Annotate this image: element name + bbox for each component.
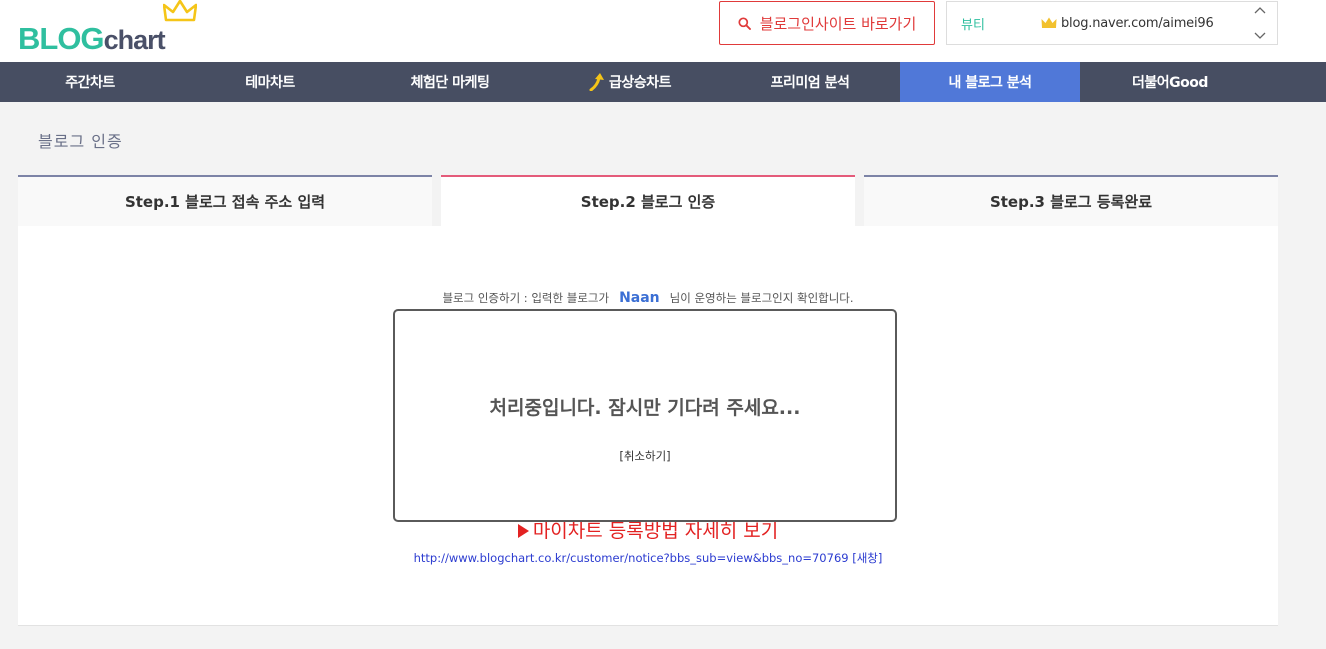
processing-message: 처리중입니다. 잠시만 기다려 주세요... (489, 397, 801, 419)
my-blog-select[interactable]: 뷰티 blog.naver.com/aimei96 (946, 1, 1278, 45)
nav-item-label: 테마차트 (245, 75, 295, 91)
main-nav: 주간차트 테마차트 체험단 마케팅 급상승차트 프리미엄 분석 내 블로그 분석… (0, 62, 1326, 102)
notice-url-link[interactable]: http://www.blogchart.co.kr/customer/noti… (18, 550, 1278, 566)
nav-item-my-blog-analysis[interactable]: 내 블로그 분석 (900, 62, 1080, 102)
cancel-button[interactable]: [취소하기] (395, 448, 895, 464)
step-tabs: Step.1 블로그 접속 주소 입력 Step.2 블로그 인증 Step.3… (18, 175, 1278, 226)
blogchart-logo[interactable]: BLOG chart (18, 0, 197, 56)
nav-item-rising-chart[interactable]: 급상승차트 (540, 62, 720, 102)
logo-chart-text: chart (103, 25, 166, 55)
nav-item-label: 내 블로그 분석 (948, 75, 1032, 91)
step-label: Step.1 블로그 접속 주소 입력 (124, 193, 326, 211)
rising-arrow-icon (589, 73, 605, 91)
verify-suffix: 님이 운영하는 블로그인지 확인합니다. (669, 291, 854, 305)
nav-item-label: 프리미엄 분석 (770, 75, 850, 91)
search-icon (738, 16, 751, 30)
step-3-tab: Step.3 블로그 등록완료 (864, 175, 1278, 226)
page-title: 블로그 인증 (38, 132, 123, 151)
crown-icon (163, 0, 197, 22)
step-label: Step.2 블로그 인증 (580, 193, 716, 211)
logo-blog-text: BLOG (18, 21, 105, 56)
nav-item-label: 주간차트 (65, 75, 115, 91)
nav-item-experience-marketing[interactable]: 체험단 마케팅 (360, 62, 540, 102)
nav-item-label: 급상승차트 (609, 75, 671, 91)
chevron-down-icon (1254, 32, 1266, 39)
processing-modal: 처리중입니다. 잠시만 기다려 주세요... [취소하기] (393, 309, 897, 522)
nav-item-together-good[interactable]: 더불어Good (1080, 62, 1260, 102)
blog-insight-shortcut-button[interactable]: 블로그인사이트 바로가기 (719, 1, 935, 45)
nav-item-label: 더불어Good (1132, 75, 1208, 91)
blog-category: 뷰티 (961, 17, 985, 33)
registration-guide-label: 마이차트 등록방법 자세히 보기 (532, 520, 779, 542)
select-arrows[interactable] (1253, 6, 1267, 40)
step-2-tab: Step.2 블로그 인증 (441, 175, 855, 226)
play-triangle-icon (517, 524, 529, 538)
blog-owner-nickname: Naan (619, 290, 660, 306)
blog-insight-shortcut-label: 블로그인사이트 바로가기 (759, 14, 917, 33)
blog-url: blog.naver.com/aimei96 (1061, 15, 1214, 31)
nav-item-label: 체험단 마케팅 (410, 75, 490, 91)
notice-url: http://www.blogchart.co.kr/customer/noti… (413, 551, 849, 565)
crown-icon (1041, 17, 1057, 28)
verify-description: 블로그 인증하기 : 입력한 블로그가 Naan 님이 운영하는 블로그인지 확인합… (18, 290, 1278, 306)
nav-item-premium-analysis[interactable]: 프리미엄 분석 (720, 62, 900, 102)
nav-item-theme-chart[interactable]: 테마차트 (180, 62, 360, 102)
step-label: Step.3 블로그 등록완료 (989, 193, 1153, 211)
new-window-label: [새창] (852, 551, 883, 565)
verify-prefix: 블로그 인증하기 : 입력한 블로그가 (442, 291, 610, 305)
chevron-up-icon (1254, 7, 1266, 14)
nav-item-weekly-chart[interactable]: 주간차트 (0, 62, 180, 102)
step-1-tab: Step.1 블로그 접속 주소 입력 (18, 175, 432, 226)
header: BLOG chart 블로그인사이트 바로가기 뷰티 blog.naver.co… (0, 0, 1326, 62)
